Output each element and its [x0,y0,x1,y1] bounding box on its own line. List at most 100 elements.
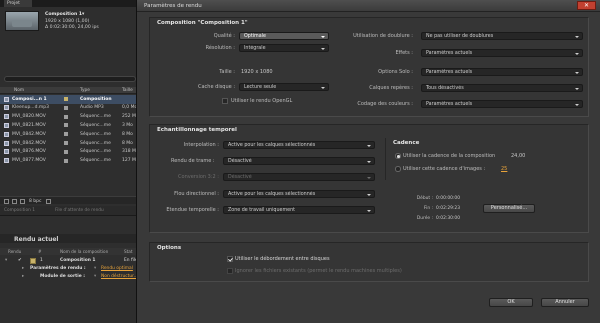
new-composition-icon[interactable] [20,198,25,204]
label-color-swatch [64,114,68,119]
rq-column-comp-name[interactable]: Nom de la composition [60,249,108,254]
time-span-dropdown[interactable]: Zone de travail uniquement [223,206,375,214]
chevron-down-icon [367,160,371,163]
project-item-name: Composi...n 1 [12,96,47,102]
rq-column-render[interactable]: Rendu [8,249,21,254]
tab-render-queue[interactable]: File d'attente de rendu [55,208,104,213]
expand-arrow-icon[interactable]: ▸ [22,266,24,271]
output-module-link[interactable]: Non déstructur... [101,274,138,279]
ok-button[interactable]: OK [489,298,533,307]
project-item-type: Séquenc...me [80,131,111,137]
tab-composition-1[interactable]: Composition 1 [4,208,35,213]
footage-icon [4,158,9,164]
render-settings-link[interactable]: Rendu optimal [101,266,133,271]
column-type[interactable]: Type [80,88,90,93]
cadence-comp-label: Utiliser la cadence de la composition [403,153,496,159]
motion-blur-dropdown[interactable]: Active pour les calques sélectionnés [223,190,375,198]
new-folder-icon[interactable] [12,198,17,204]
project-item-size: 0,0 Mo [122,105,138,111]
project-item-type: Séquenc...me [80,158,111,164]
project-item-name: MVI_0842.MOV [12,140,46,146]
bit-depth-button[interactable]: 8 bpc [29,199,41,204]
project-item-type: Séquenc...me [80,114,111,120]
rq-column-number[interactable]: # [38,249,42,254]
project-item-row[interactable]: MVI_0842.MOV Séquenc...me 8 Mo [0,139,140,148]
dialog-title: Paramètres de rendu [144,2,202,9]
rq-column-status[interactable]: Stat [124,249,133,254]
pulldown-label: Conversion 3:2 : [178,174,219,180]
interpolation-dropdown[interactable]: Active pour les calques sélectionnés [223,141,375,149]
cadence-custom-label: Utiliser cette cadence d'images : [403,166,486,172]
proxy-dropdown[interactable]: Ne pas utiliser de doublures [421,32,583,40]
project-comp-name[interactable]: Composition 1▾ [45,12,84,17]
time-sampling-header: Echantillonnage temporel [157,127,237,133]
search-input[interactable] [4,76,136,82]
chevron-down-icon [367,144,371,147]
column-name[interactable]: Nom [14,88,24,93]
project-item-row[interactable]: MVI_0820.MOV Séquenc...me 252 Mo [0,113,140,122]
column-size[interactable]: Taille [122,88,133,93]
custom-time-span-button[interactable]: Personnalisé... [483,204,535,213]
chevron-down-icon [321,35,325,38]
options-header: Options [157,245,182,251]
label-color-swatch [30,258,36,264]
guide-layers-dropdown[interactable]: Tous désactivés [421,84,583,92]
opengl-checkbox[interactable] [222,98,228,104]
project-item-row[interactable]: Composi...n 1 Composition [0,95,140,104]
trash-icon[interactable] [46,198,51,204]
project-item-row[interactable]: MVI_0821.MOV Séquenc...me 3 Mo [0,121,140,130]
cadence-comp-radio[interactable] [395,153,401,159]
chevron-down-icon [575,35,579,38]
color-depth-dropdown[interactable]: Paramètres actuels [421,100,583,108]
effects-value: Paramètres actuels [426,50,473,56]
proxy-label: Utilisation de doublure : [353,33,413,39]
render-queue-header: Rendu actuel [0,234,140,243]
project-item-type: Audio MP3 [80,105,104,111]
project-item-name: Kleenup...d.mp3 [12,105,49,111]
composition-thumbnail [5,11,39,31]
project-column-header: Nom Type Taille [0,87,140,94]
footage-icon [4,122,9,128]
composition-group-header: Composition "Composition 1" [157,20,248,26]
disk-overflow-checkbox[interactable] [227,256,233,262]
project-item-row[interactable]: MVI_0842.MOV Séquenc...me 8 Mo [0,130,140,139]
render-checkbox-icon[interactable]: ✔ [18,258,22,263]
expand-arrow-icon[interactable]: ▸ [22,274,24,279]
expand-arrow-icon[interactable]: ▾ [5,258,7,263]
resolution-label: Résolution : [205,45,235,51]
disk-cache-dropdown[interactable]: Lecture seule [239,83,329,91]
project-item-type: Séquenc...me [80,140,111,146]
resolution-dropdown[interactable]: Intégrale [239,44,329,52]
project-item-size: 3 Mo [122,122,133,128]
dropdown-arrow-icon[interactable]: ▾ [94,266,96,271]
interpret-footage-icon[interactable] [4,198,9,204]
render-settings-row: ▸ Paramètres de rendu : ▾ Rendu optimal [0,265,140,272]
cadence-custom-radio[interactable] [395,166,401,172]
project-comp-duration: Δ 0:02:30:00, 24,00 ips [45,25,99,30]
render-item-number: 1 [40,258,43,263]
footage-icon [4,140,9,146]
render-settings-dialog: Paramètres de rendu ✕ Composition "Compo… [136,0,600,323]
time-span-label: Etendue temporelle : [166,207,219,213]
quality-dropdown[interactable]: Optimale [239,32,329,40]
project-item-row[interactable]: Kleenup...d.mp3 Audio MP3 0,0 Mo [0,104,140,113]
field-render-dropdown[interactable]: Désactivé [223,157,375,165]
render-queue-item[interactable]: ▾ ✔ 1 Composition 1 En file [0,257,140,264]
interpolation-label: Interpolation : [183,142,219,148]
start-label: Début : [416,196,433,201]
solo-options-dropdown[interactable]: Paramètres actuels [421,68,583,76]
project-bottom-toolbar: 8 bpc [0,196,140,204]
project-item-name: MVI_0877.MOV [12,158,46,164]
project-item-row[interactable]: MVI_0876.MOV Séquenc...me 318 Mo [0,148,140,157]
project-panel: Projet Composition 1▾ 1920 x 1080 (1,00)… [0,0,140,323]
effects-dropdown[interactable]: Paramètres actuels [421,49,583,57]
tab-project[interactable]: Projet [4,0,32,7]
project-item-row[interactable]: MVI_0877.MOV Séquenc...me 127 Mo [0,157,140,166]
cancel-button[interactable]: Annuler [541,298,589,307]
close-button[interactable]: ✕ [577,1,596,10]
cadence-header: Cadence [393,140,420,146]
cadence-custom-input[interactable]: 25 [501,166,507,172]
motion-blur-value: Active pour les calques sélectionnés [228,191,316,197]
solo-options-value: Paramètres actuels [426,69,473,75]
dropdown-arrow-icon[interactable]: ▾ [94,274,96,279]
